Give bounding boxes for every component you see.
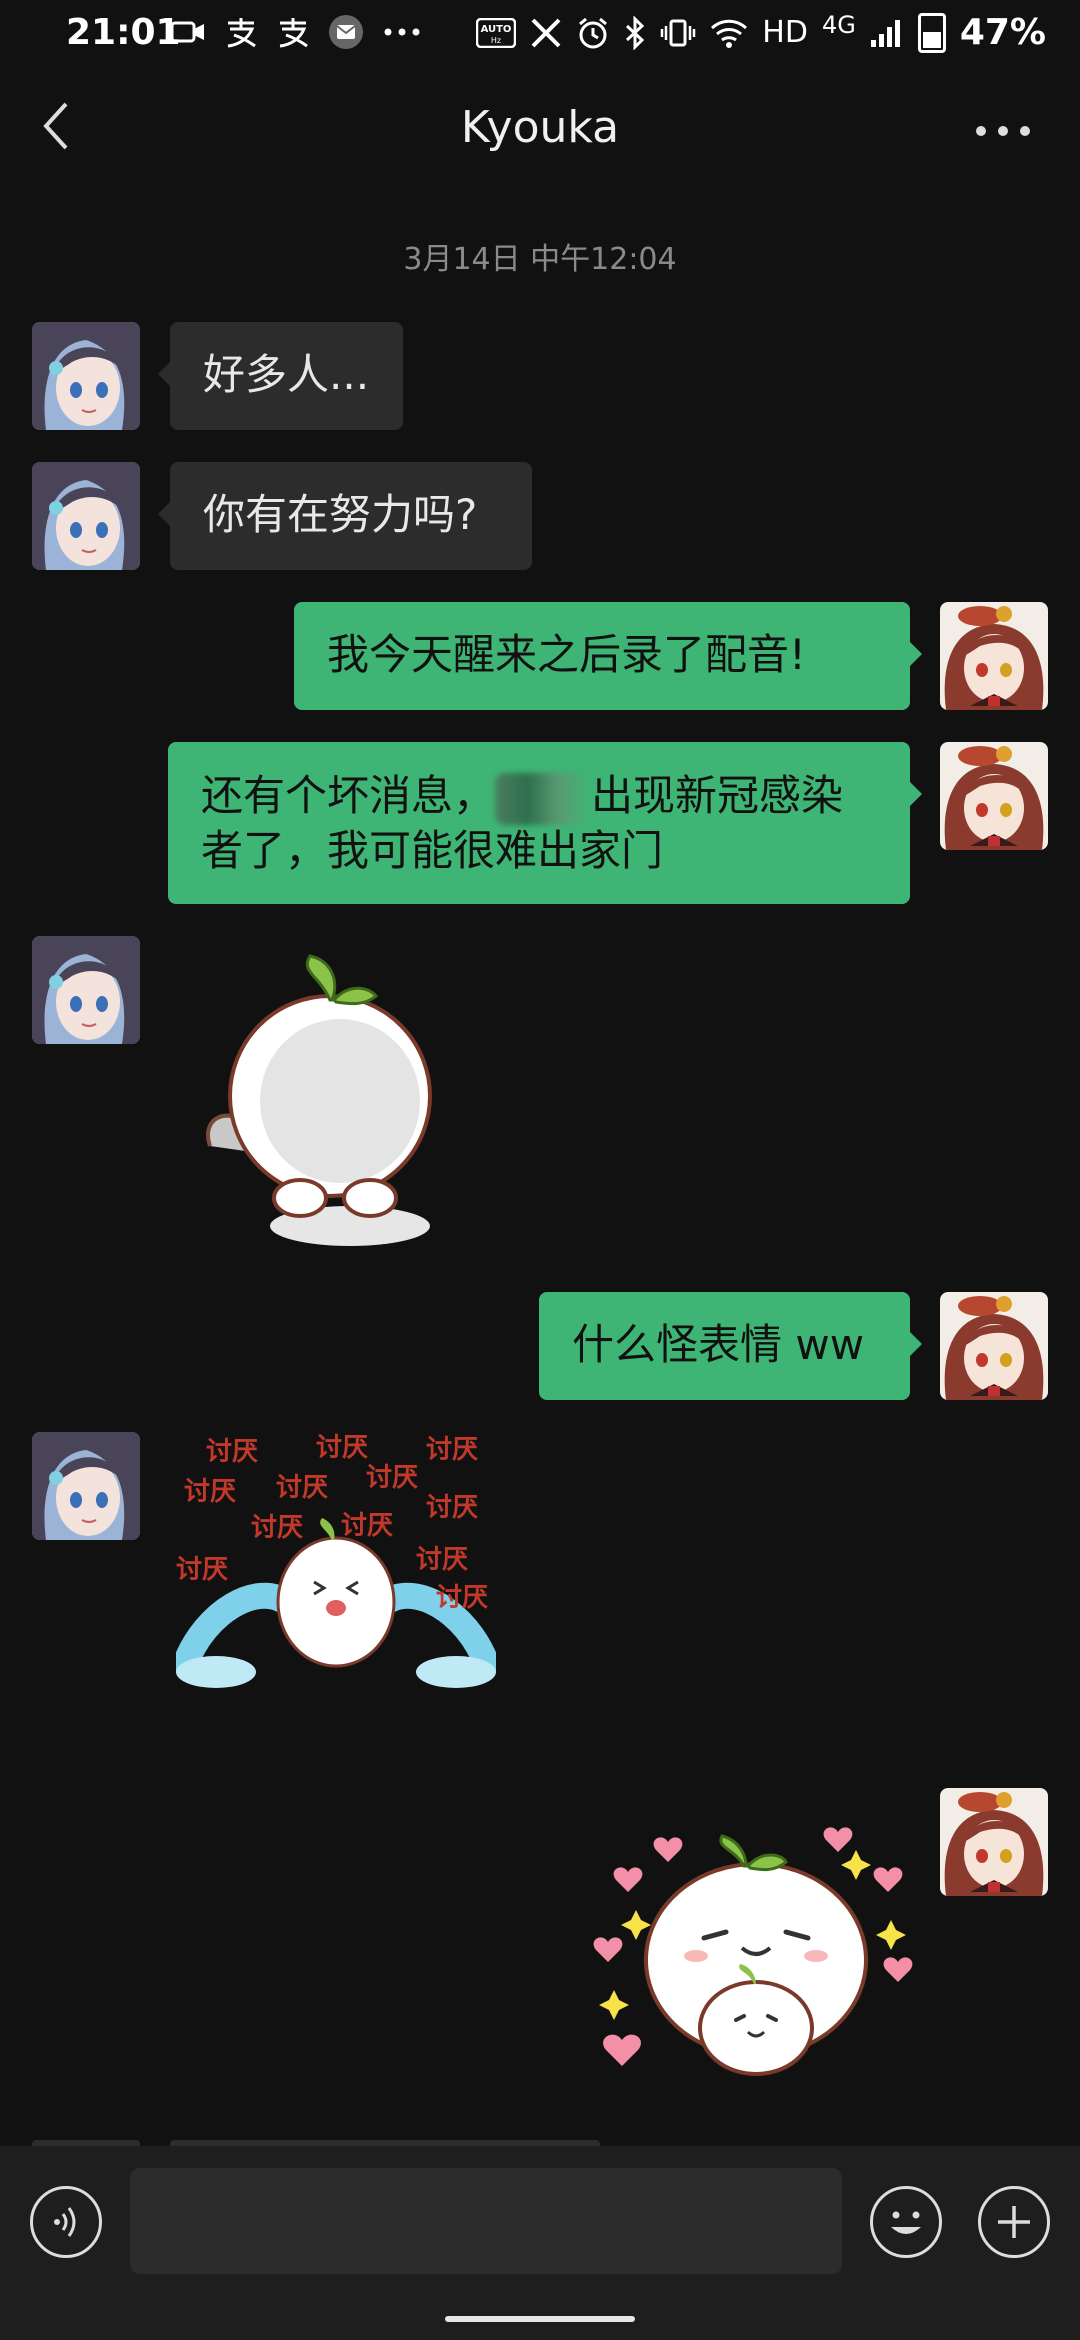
network-indicator: 4G xyxy=(821,10,856,39)
crying-hate-sticker[interactable]: 讨厌 讨厌 讨厌 讨厌 讨厌 讨厌 讨厌 讨厌 讨厌 讨厌 讨厌 讨厌 xyxy=(176,1432,496,1702)
auto-hz-icon: AUTOHz xyxy=(476,17,517,48)
sticker-text: 讨厌 xyxy=(416,1545,469,1575)
peach-with-ladle-sticker[interactable] xyxy=(200,936,450,1256)
sticker-text: 讨厌 xyxy=(251,1513,304,1543)
contact-avatar[interactable] xyxy=(32,1432,140,1540)
my-avatar[interactable] xyxy=(940,602,1048,710)
message-text: 什么怪表情 ww xyxy=(572,1320,865,1369)
more-options-icon[interactable] xyxy=(976,126,1030,136)
emoji-button[interactable] xyxy=(870,2186,942,2258)
emoji-icon xyxy=(891,2211,921,2234)
sticker-text: 讨厌 xyxy=(206,1437,259,1467)
more-functions-button[interactable] xyxy=(978,2186,1050,2258)
message-bubble-outgoing[interactable]: 还有个坏消息， 出现新冠感染 者了，我可能很难出家门 xyxy=(168,742,922,904)
voice-input-button[interactable] xyxy=(30,2186,102,2258)
status-right-icons: AUTO Hz HD 4G 47% xyxy=(476,10,1046,53)
my-avatar[interactable] xyxy=(940,1788,1048,1896)
alipay-icon xyxy=(279,18,308,48)
bluetooth-icon xyxy=(626,15,645,50)
svg-text:Hz: Hz xyxy=(491,36,501,45)
home-indicator[interactable] xyxy=(445,2316,635,2322)
sticker-text: 讨厌 xyxy=(366,1463,419,1493)
contact-avatar[interactable] xyxy=(32,936,140,1044)
alarm-icon xyxy=(579,17,608,48)
message-text: 我今天醒来之后录了配音! xyxy=(327,630,806,679)
sticker-text: 讨厌 xyxy=(436,1583,489,1613)
my-avatar[interactable] xyxy=(940,1292,1048,1400)
message-text: 还有个坏消息， xyxy=(201,771,496,820)
message-bubble-incoming[interactable]: 好多人... xyxy=(158,322,403,430)
message-bubble-incoming[interactable]: 你有在努力吗? xyxy=(158,462,532,570)
contact-avatar[interactable] xyxy=(32,322,140,430)
hd-indicator: HD xyxy=(762,15,808,50)
contact-avatar[interactable] xyxy=(32,462,140,570)
message-input[interactable] xyxy=(130,2168,842,2274)
message-bubble-outgoing[interactable]: 什么怪表情 ww xyxy=(539,1292,922,1400)
voice-icon xyxy=(54,2207,76,2237)
happy-hearts-sticker[interactable] xyxy=(586,1820,916,2090)
sticker-text: 讨厌 xyxy=(341,1511,394,1541)
status-time: 21:01 xyxy=(66,12,181,53)
plus-icon xyxy=(998,2206,1030,2238)
message-timestamp: 3月14日 中午12:04 xyxy=(403,242,677,277)
redacted-region xyxy=(495,772,592,825)
message-text: 出现新冠感染 xyxy=(591,771,844,820)
signal-icon xyxy=(870,19,900,47)
battery-icon xyxy=(917,12,946,53)
sticker-text: 讨厌 xyxy=(426,1493,479,1523)
my-avatar[interactable] xyxy=(940,742,1048,850)
message-text-line: 者了，我可能很难出家门 xyxy=(201,825,664,875)
sticker-text: 讨厌 xyxy=(276,1473,329,1503)
x-icon xyxy=(531,18,561,47)
sticker-text: 讨厌 xyxy=(176,1555,229,1585)
message-text-line: 还有个坏消息， 出现新冠感染 xyxy=(201,770,877,825)
chat-header: Kyouka xyxy=(0,84,1080,176)
sticker-text: 讨厌 xyxy=(426,1435,479,1465)
message-text: 你有在努力吗? xyxy=(203,490,478,539)
alipay-icon xyxy=(227,18,256,48)
status-left-icons xyxy=(170,14,422,50)
more-dots-icon xyxy=(384,28,420,36)
mail-icon xyxy=(329,15,363,49)
sticker-text: 讨厌 xyxy=(316,1433,369,1463)
wifi-icon xyxy=(711,19,748,48)
battery-percent: 47% xyxy=(959,12,1046,53)
message-text: 好多人... xyxy=(203,350,370,399)
message-bubble-outgoing[interactable]: 我今天醒来之后录了配音! xyxy=(294,602,922,710)
video-icon xyxy=(170,21,204,43)
vibrate-icon xyxy=(661,19,696,46)
chat-title: Kyouka xyxy=(460,102,620,153)
status-bar: 21:01 AUTO Hz HD 4G 47% xyxy=(0,0,1080,70)
sticker-text: 讨厌 xyxy=(184,1477,237,1507)
input-bar xyxy=(0,2146,1080,2340)
svg-text:AUTO: AUTO xyxy=(481,24,512,35)
